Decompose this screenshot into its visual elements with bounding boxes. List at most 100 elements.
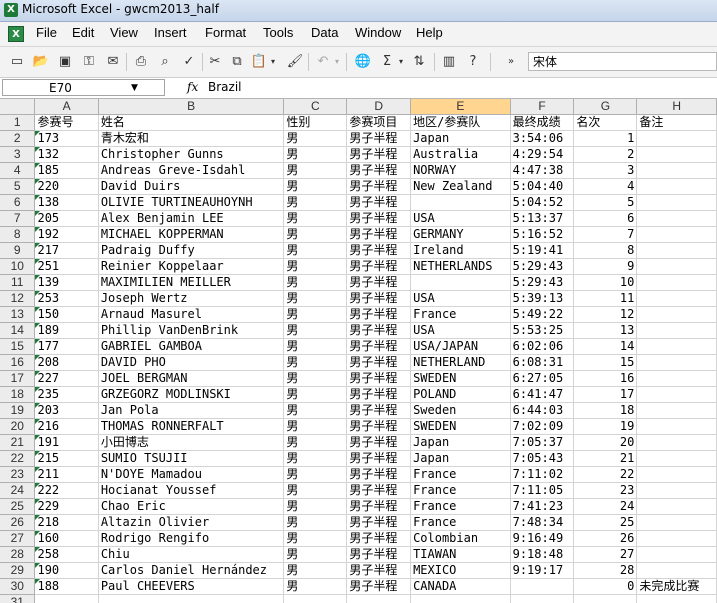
cell-remark[interactable] <box>636 322 717 339</box>
cell-gender[interactable]: 男 <box>283 498 348 515</box>
cell-name[interactable]: Rodrigo Rengifo <box>98 530 285 547</box>
cell-remark[interactable] <box>636 306 717 323</box>
cell-region[interactable]: France <box>410 514 511 531</box>
cell-remark[interactable] <box>636 258 717 275</box>
cell-remark[interactable] <box>636 226 717 243</box>
row-header[interactable]: 12 <box>0 290 36 307</box>
row-header[interactable]: 8 <box>0 226 36 243</box>
cell-gender[interactable]: 男 <box>283 546 348 563</box>
cell-final-time[interactable]: 7:41:23 <box>510 498 575 515</box>
cell-final-time[interactable] <box>510 594 575 603</box>
cell-remark[interactable] <box>636 274 717 291</box>
cell-remark[interactable] <box>636 338 717 355</box>
menu-help[interactable]: Help <box>416 25 443 40</box>
cell-region[interactable]: France <box>410 306 511 323</box>
open-folder-icon[interactable]: 📂 <box>32 53 50 71</box>
cell-bib-number[interactable]: 188 <box>34 578 99 595</box>
cell-name[interactable]: Alex Benjamin LEE <box>98 210 285 227</box>
cell-remark[interactable] <box>636 386 717 403</box>
cell-event[interactable]: 男子半程 <box>346 562 412 579</box>
menu-edit[interactable]: Edit <box>72 25 94 40</box>
cell-region[interactable]: New Zealand <box>410 178 511 195</box>
cell-rank[interactable]: 21 <box>573 450 638 467</box>
cell-rank[interactable]: 28 <box>573 562 638 579</box>
cell-remark[interactable] <box>636 130 717 147</box>
cell-rank[interactable]: 10 <box>573 274 638 291</box>
cell-remark[interactable] <box>636 466 717 483</box>
cell-name[interactable]: Arnaud Masurel <box>98 306 285 323</box>
cell-bib-number[interactable]: 138 <box>34 194 99 211</box>
cell-rank[interactable]: 5 <box>573 194 638 211</box>
cell-remark[interactable] <box>636 434 717 451</box>
row-header[interactable]: 28 <box>0 546 36 563</box>
cell-region[interactable]: NETHERLANDS <box>410 258 511 275</box>
menu-tools[interactable]: Tools <box>263 25 293 40</box>
cell-remark[interactable] <box>636 498 717 515</box>
cell-name[interactable]: SUMIO TSUJII <box>98 450 285 467</box>
cell-region[interactable]: USA/JAPAN <box>410 338 511 355</box>
cell-bib-number[interactable]: 216 <box>34 418 99 435</box>
cell-remark[interactable] <box>636 178 717 195</box>
column-header[interactable]: F <box>510 99 575 115</box>
cell-gender[interactable]: 男 <box>283 418 348 435</box>
cell-rank[interactable] <box>573 594 638 603</box>
row-header[interactable]: 24 <box>0 482 36 499</box>
cell-name[interactable]: Padraig Duffy <box>98 242 285 259</box>
menu-format[interactable]: Format <box>205 25 246 40</box>
paste-icon[interactable]: 📋 <box>250 53 268 71</box>
cell-event[interactable]: 男子半程 <box>346 434 412 451</box>
cell-bib-number[interactable]: 177 <box>34 338 99 355</box>
cell-gender[interactable]: 男 <box>283 530 348 547</box>
cell-event[interactable]: 男子半程 <box>346 178 412 195</box>
toolbar-options-icon[interactable]: » <box>505 53 517 71</box>
cell-gender[interactable]: 男 <box>283 370 348 387</box>
cell-rank[interactable]: 26 <box>573 530 638 547</box>
cell-gender[interactable]: 男 <box>283 386 348 403</box>
cell-name[interactable]: 青木宏和 <box>98 130 285 147</box>
cell-event[interactable]: 男子半程 <box>346 450 412 467</box>
menu-view[interactable]: View <box>110 25 138 40</box>
cell-region[interactable]: NETHERLAND <box>410 354 511 371</box>
cell-region[interactable]: USA <box>410 290 511 307</box>
cell-rank[interactable]: 2 <box>573 146 638 163</box>
cell-event[interactable]: 男子半程 <box>346 578 412 595</box>
cell-bib-number[interactable]: 205 <box>34 210 99 227</box>
cell-final-time[interactable]: 7:05:37 <box>510 434 575 451</box>
cell-bib-number[interactable]: 160 <box>34 530 99 547</box>
cell-region[interactable]: NORWAY <box>410 162 511 179</box>
cell-event[interactable]: 参赛项目 <box>346 114 412 131</box>
cell-final-time[interactable]: 5:04:40 <box>510 178 575 195</box>
cell-region[interactable]: Sweden <box>410 402 511 419</box>
cell-name[interactable]: MICHAEL KOPPERMAN <box>98 226 285 243</box>
cell-rank[interactable]: 24 <box>573 498 638 515</box>
cell-gender[interactable]: 男 <box>283 514 348 531</box>
cell-gender[interactable]: 男 <box>283 482 348 499</box>
cell-bib-number[interactable]: 132 <box>34 146 99 163</box>
cell-rank[interactable]: 22 <box>573 466 638 483</box>
cell-event[interactable]: 男子半程 <box>346 226 412 243</box>
cell-rank[interactable]: 25 <box>573 514 638 531</box>
menu-file[interactable]: File <box>36 25 57 40</box>
row-header[interactable]: 7 <box>0 210 36 227</box>
row-header[interactable]: 31 <box>0 594 36 603</box>
row-header[interactable]: 16 <box>0 354 36 371</box>
cell-rank[interactable]: 1 <box>573 130 638 147</box>
cell-bib-number[interactable]: 217 <box>34 242 99 259</box>
cell-gender[interactable]: 男 <box>283 226 348 243</box>
cell-final-time[interactable]: 7:48:34 <box>510 514 575 531</box>
cell-bib-number[interactable]: 189 <box>34 322 99 339</box>
cell-gender[interactable]: 男 <box>283 402 348 419</box>
cell-event[interactable]: 男子半程 <box>346 194 412 211</box>
cell-event[interactable]: 男子半程 <box>346 530 412 547</box>
cell-region[interactable]: USA <box>410 322 511 339</box>
autosum-icon[interactable]: Σ <box>378 53 396 71</box>
cell-remark[interactable] <box>636 354 717 371</box>
cell-remark[interactable]: 未完成比赛 <box>636 578 717 595</box>
cell-remark[interactable] <box>636 194 717 211</box>
cell-region[interactable]: Colombian <box>410 530 511 547</box>
undo-icon[interactable]: ↶ <box>314 53 332 71</box>
cell-event[interactable]: 男子半程 <box>346 258 412 275</box>
cell-region[interactable]: CANADA <box>410 578 511 595</box>
cell-gender[interactable]: 男 <box>283 258 348 275</box>
cell-region[interactable]: 地区/参赛队 <box>410 114 511 131</box>
